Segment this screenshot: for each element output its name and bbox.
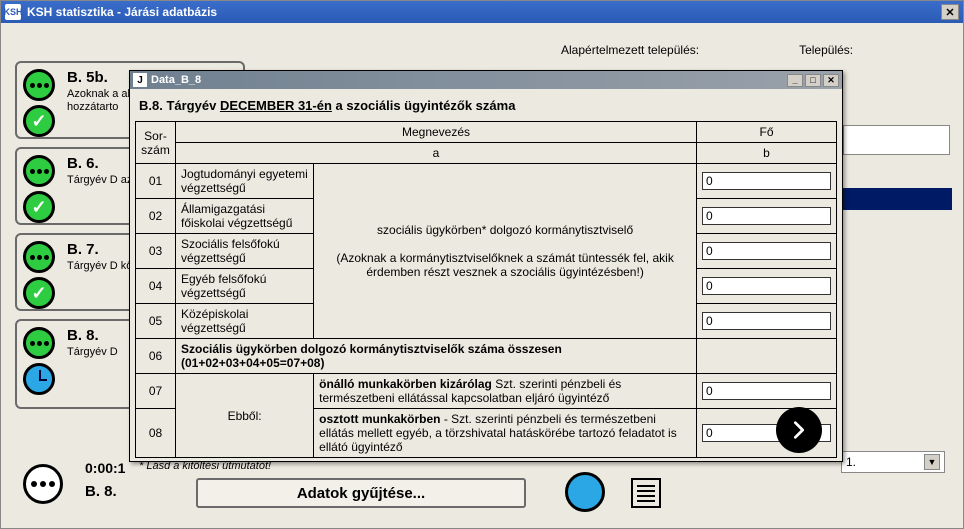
row-label: önálló munkakörben kizárólag Szt. szerin…: [314, 374, 697, 409]
data-table: Sor- szám Megnevezés Fő a b 01 Jogtudomá…: [135, 121, 837, 458]
footnote: * Lásd a kitöltési útmutatót!: [135, 458, 837, 474]
gather-data-button[interactable]: Adatok gyűjtése...: [196, 478, 526, 508]
modal-icon: J: [133, 73, 147, 87]
window-title: KSH statisztika - Járási adatbázis: [27, 5, 217, 19]
dropdown-value: 1.: [846, 455, 856, 469]
subheader-b: b: [697, 143, 837, 164]
row-label: Szociális felsőfokú végzettségű: [176, 234, 314, 269]
next-button[interactable]: [776, 407, 822, 453]
value-input-05[interactable]: [702, 312, 831, 330]
settlement-field[interactable]: [843, 125, 950, 155]
row-label: Középiskolai végzettségű: [176, 304, 314, 339]
subheader-a: a: [176, 143, 697, 164]
modal-maximize-button[interactable]: □: [805, 74, 821, 87]
top-labels: Alapértelmezett település: Település:: [561, 43, 961, 57]
main-window: KSH KSH statisztika - Járási adatbázis ✕…: [0, 0, 964, 529]
row-num: 03: [136, 234, 176, 269]
content-area: Alapértelmezett település: Település: ✓ …: [1, 23, 963, 528]
row-num: 06: [136, 339, 176, 374]
row-num: 07: [136, 374, 176, 409]
status-check-icon: ✓: [23, 191, 55, 223]
row-num: 02: [136, 199, 176, 234]
modal-close-button[interactable]: ✕: [823, 74, 839, 87]
modal-titlebar: J Data_B_8 _ □ ✕: [130, 71, 842, 89]
value-input-07[interactable]: [702, 382, 831, 400]
page-dropdown[interactable]: 1. ▼: [841, 451, 945, 473]
row-label: Jogtudományi egyetemi végzettségű: [176, 164, 314, 199]
main-close-button[interactable]: ✕: [941, 4, 959, 20]
status-dots-icon: [23, 69, 55, 101]
status-dots-icon: [23, 241, 55, 273]
status-check-icon: ✓: [23, 105, 55, 137]
total-cell: [697, 339, 837, 374]
modal-title: Data_B_8: [151, 74, 201, 86]
app-icon: KSH: [5, 4, 21, 20]
ebbol-cell: Ebből:: [176, 374, 314, 458]
side-note-cell: szociális ügykörben* dolgozó kormánytisz…: [314, 164, 697, 339]
label-default-settlement: Alapértelmezett település:: [561, 43, 699, 57]
value-input-03[interactable]: [702, 242, 831, 260]
status-check-icon: ✓: [23, 277, 55, 309]
bottom-menu-button[interactable]: [23, 464, 63, 504]
modal-minimize-button[interactable]: _: [787, 74, 803, 87]
list-icon-button[interactable]: [631, 478, 661, 508]
table-row: 01 Jogtudományi egyetemi végzettségű szo…: [136, 164, 837, 199]
row-label: Államigazgatási főiskolai végzettségű: [176, 199, 314, 234]
modal-heading: B.8. Tárgyév DECEMBER 31-én a szociális …: [135, 94, 837, 121]
status-dots-icon: [23, 327, 55, 359]
modal-body: B.8. Tárgyév DECEMBER 31-én a szociális …: [130, 89, 842, 479]
progress-bar-segment: [837, 188, 952, 210]
row-num: 05: [136, 304, 176, 339]
current-section-code: B. 8.: [85, 483, 117, 500]
value-input-02[interactable]: [702, 207, 831, 225]
row-label-total: Szociális ügykörben dolgozó kormánytiszt…: [176, 339, 697, 374]
main-titlebar: KSH KSH statisztika - Járási adatbázis ✕: [1, 1, 963, 23]
modal-data-b8: J Data_B_8 _ □ ✕ B.8. Tárgyév DECEMBER 3…: [129, 70, 843, 462]
table-row-total: 06 Szociális ügykörben dolgozó kormányti…: [136, 339, 837, 374]
value-input-01[interactable]: [702, 172, 831, 190]
col-header-sorszam: Sor- szám: [136, 122, 176, 164]
value-input-04[interactable]: [702, 277, 831, 295]
status-clock-icon: [23, 363, 55, 395]
row-num: 04: [136, 269, 176, 304]
chevron-right-icon: [788, 419, 810, 441]
label-settlement: Település:: [799, 43, 853, 57]
row-num: 08: [136, 409, 176, 458]
row-label: osztott munkakörben - Szt. szerinti pénz…: [314, 409, 697, 458]
row-num: 01: [136, 164, 176, 199]
status-dots-icon: [23, 155, 55, 187]
timer: 0:00:1: [85, 460, 125, 476]
table-row: 07 Ebből: önálló munkakörben kizárólag S…: [136, 374, 837, 409]
col-header-fo: Fő: [697, 122, 837, 143]
row-label: Egyéb felsőfokú végzettségű: [176, 269, 314, 304]
col-header-megnevezes: Megnevezés: [176, 122, 697, 143]
chevron-down-icon: ▼: [924, 454, 940, 470]
